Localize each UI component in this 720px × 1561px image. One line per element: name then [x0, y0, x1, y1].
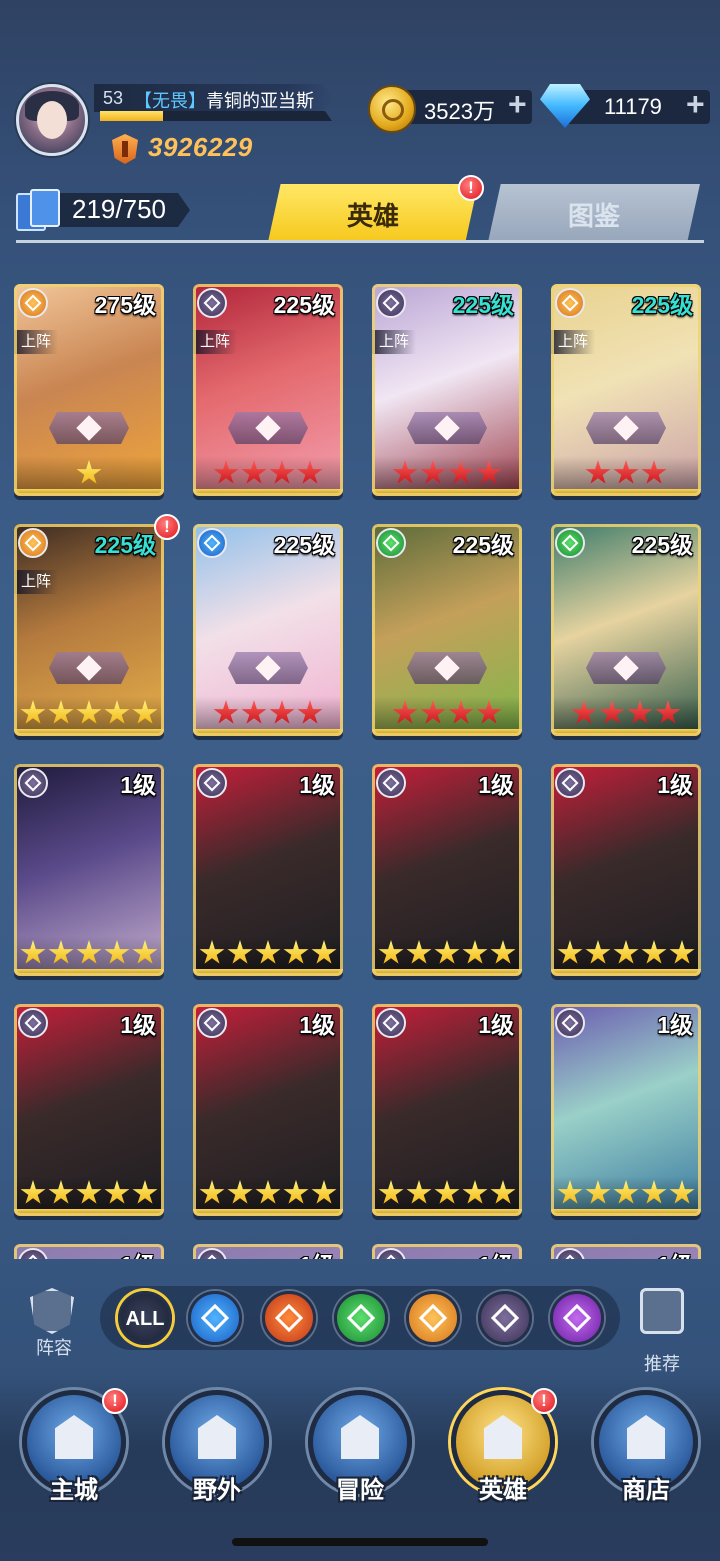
chaos-faction-icon	[562, 1303, 592, 1333]
card-frame	[193, 524, 343, 736]
hero-card[interactable]: 1级	[372, 1004, 522, 1216]
player-avatar[interactable]	[16, 84, 88, 156]
hero-card[interactable]: 1级	[551, 764, 701, 976]
filter-nature-button[interactable]	[334, 1291, 388, 1345]
card-frame	[372, 1004, 522, 1216]
nav-alert-badge: !	[102, 1388, 128, 1414]
card-frame	[372, 1244, 522, 1259]
recommend-label: 推荐	[644, 1354, 680, 1374]
card-frame	[551, 764, 701, 976]
tab-heroes-alert-badge: !	[458, 175, 484, 201]
helmet-icon	[484, 1415, 522, 1459]
hero-card[interactable]: 225级	[372, 524, 522, 736]
card-frame	[14, 284, 164, 496]
hero-card[interactable]: 275级 上阵	[14, 284, 164, 496]
hero-card[interactable]: 225级	[193, 524, 343, 736]
filter-all-label: ALL	[125, 1308, 165, 1330]
water-faction-icon	[200, 1303, 230, 1333]
fire-faction-icon	[274, 1303, 304, 1333]
card-frame	[193, 1244, 343, 1259]
nav-alert-badge: !	[531, 1388, 557, 1414]
gold-coin-icon	[368, 85, 416, 133]
castle-icon	[55, 1415, 93, 1459]
tab-codex[interactable]: 图鉴	[488, 184, 700, 242]
card-frame	[193, 284, 343, 496]
tab-heroes[interactable]: 英雄	[268, 184, 478, 242]
portal-icon	[198, 1415, 236, 1459]
nav-label: 野外	[193, 1477, 241, 1504]
power-icon	[112, 134, 138, 164]
lineup-button[interactable]: 阵容	[22, 1286, 82, 1358]
card-frame	[193, 764, 343, 976]
player-name: 青铜的亚当斯	[206, 91, 314, 111]
hero-card[interactable]: 225级 上阵	[14, 524, 164, 736]
tab-underline	[16, 240, 704, 243]
hero-card[interactable]: 1级	[14, 1004, 164, 1216]
shield-icon	[30, 1288, 74, 1334]
card-frame	[551, 1004, 701, 1216]
card-frame	[14, 1244, 164, 1259]
hero-card[interactable]: 1级	[14, 764, 164, 976]
home-indicator	[232, 1538, 488, 1546]
nav-label: 主城	[50, 1477, 98, 1504]
card-frame	[193, 1004, 343, 1216]
nav-label: 英雄	[479, 1477, 527, 1504]
hero-alert-badge: !	[154, 514, 180, 540]
card-frame	[14, 524, 164, 736]
card-frame	[372, 284, 522, 496]
hero-count: 219/750	[72, 194, 166, 224]
card-frame	[14, 764, 164, 976]
hero-card[interactable]: 225级 上阵	[551, 284, 701, 496]
player-level: 53	[103, 88, 124, 108]
sword-icon	[341, 1415, 379, 1459]
filter-water-button[interactable]	[188, 1291, 242, 1345]
hero-card[interactable]: 225级	[551, 524, 701, 736]
hero-card[interactable]: 1级	[372, 764, 522, 976]
tab-codex-label: 图鉴	[567, 201, 620, 231]
card-frame	[551, 284, 701, 496]
shop-icon	[627, 1415, 665, 1459]
lineup-label: 阵容	[36, 1338, 72, 1358]
hero-card[interactable]: 225级 上阵	[193, 284, 343, 496]
dark-faction-icon	[490, 1303, 520, 1333]
hero-card[interactable]: 1级	[551, 1004, 701, 1216]
filter-all-button[interactable]: ALL	[118, 1291, 172, 1345]
tab-heroes-label: 英雄	[346, 201, 399, 231]
filter-chaos-button[interactable]	[550, 1291, 604, 1345]
gold-amount: 3523万	[424, 99, 495, 124]
nature-faction-icon	[346, 1303, 376, 1333]
card-frame	[551, 1244, 701, 1259]
nav-label: 冒险	[336, 1477, 384, 1504]
add-gold-button[interactable]: +	[508, 86, 527, 123]
hero-card[interactable]: 1级	[193, 764, 343, 976]
card-frame	[372, 764, 522, 976]
guild-tag: 【无畏】	[134, 91, 206, 111]
exp-bar-fill	[100, 111, 163, 121]
hero-cards-icon	[16, 189, 64, 231]
nav-label: 商店	[622, 1477, 670, 1504]
thumbs-up-icon	[640, 1288, 684, 1334]
filter-light-button[interactable]	[406, 1291, 460, 1345]
recommend-button[interactable]: 推荐	[632, 1286, 692, 1374]
light-faction-icon	[418, 1303, 448, 1333]
diamond-amount: 11179	[604, 94, 662, 119]
filter-fire-button[interactable]	[262, 1291, 316, 1345]
card-frame	[14, 1004, 164, 1216]
hero-card[interactable]: 1级	[193, 1004, 343, 1216]
hero-card[interactable]: 1级	[372, 1244, 522, 1259]
card-frame	[372, 524, 522, 736]
add-diamond-button[interactable]: +	[686, 86, 705, 123]
card-frame	[551, 524, 701, 736]
hero-card[interactable]: 1级	[193, 1244, 343, 1259]
hero-card[interactable]: 225级 上阵	[372, 284, 522, 496]
filter-dark-button[interactable]	[478, 1291, 532, 1345]
hero-card[interactable]: 1级	[551, 1244, 701, 1259]
hero-grid: 275级 上阵 225级 上阵 225级 上阵 225级 上阵 225级 上阵 225级 225级 22…	[14, 284, 704, 1259]
combat-power: 3926229	[148, 132, 253, 162]
hero-card[interactable]: 1级	[14, 1244, 164, 1259]
